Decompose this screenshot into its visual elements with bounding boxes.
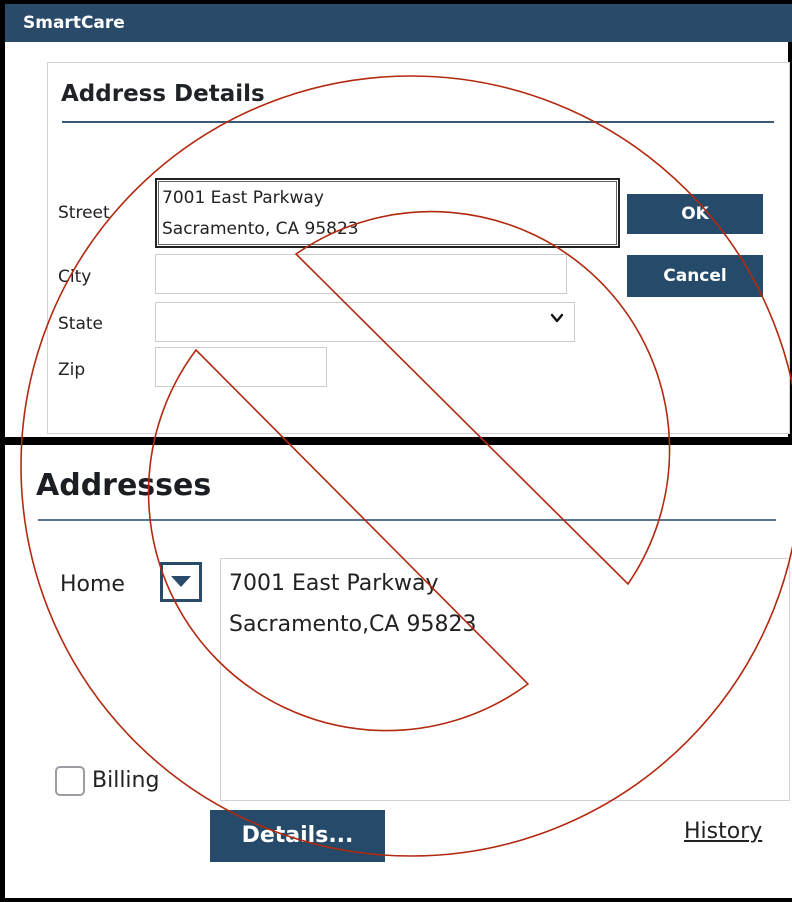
details-button[interactable]: Details... [210, 810, 385, 862]
street-label: Street [58, 203, 110, 223]
address-type-label: Home [60, 572, 125, 597]
address-type-dropdown-button[interactable] [160, 562, 202, 602]
cancel-button[interactable]: Cancel [627, 255, 763, 297]
caret-down-icon [171, 576, 191, 587]
billing-label: Billing [92, 768, 160, 793]
street-line-2: Sacramento, CA 95823 [162, 219, 359, 239]
app-title: SmartCare [23, 13, 125, 33]
addresses-heading-underline [38, 519, 776, 521]
state-label: State [58, 314, 103, 334]
address-text-area[interactable]: 7001 East Parkway Sacramento,CA 95823 [220, 558, 790, 801]
zip-label: Zip [58, 360, 86, 380]
street-line-1: 7001 East Parkway [162, 188, 324, 208]
chevron-down-icon [550, 313, 564, 323]
billing-checkbox[interactable] [55, 766, 85, 796]
dialog-title-underline [62, 121, 774, 123]
address-line-2: Sacramento,CA 95823 [229, 612, 477, 637]
city-label: City [58, 267, 92, 287]
street-field[interactable]: 7001 East Parkway Sacramento, CA 95823 [155, 178, 620, 248]
history-link[interactable]: History [684, 819, 762, 844]
city-input[interactable] [155, 254, 567, 294]
addresses-heading: Addresses [36, 468, 212, 503]
zip-input[interactable] [155, 347, 327, 387]
dialog-title: Address Details [61, 81, 265, 107]
state-select[interactable] [155, 302, 575, 342]
address-line-1: 7001 East Parkway [229, 571, 439, 596]
section-divider [0, 437, 792, 445]
app-title-bar: SmartCare [5, 4, 792, 42]
ok-button[interactable]: OK [627, 194, 763, 234]
